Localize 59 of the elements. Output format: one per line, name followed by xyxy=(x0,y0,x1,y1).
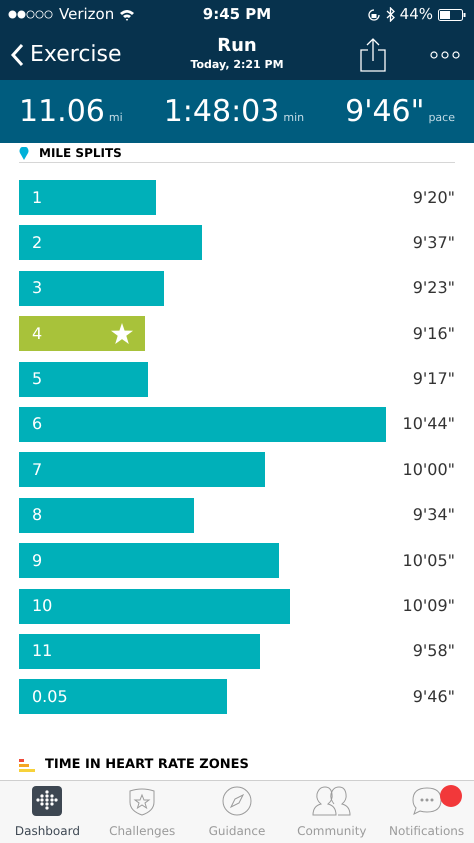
tab[interactable]: Notifications xyxy=(379,781,474,843)
star-icon xyxy=(110,323,133,344)
signal-icon xyxy=(8,10,54,19)
compass-icon xyxy=(222,786,252,816)
split-number: 1 xyxy=(32,186,42,208)
stat-unit: min xyxy=(283,110,304,126)
rotation-lock-icon xyxy=(366,8,381,22)
back-button[interactable]: Exercise xyxy=(10,38,160,71)
split-pace: 9'34" xyxy=(412,504,455,526)
split-pace: 10'44" xyxy=(402,413,455,436)
split-number: 11 xyxy=(32,640,52,662)
split-number: 7 xyxy=(32,458,42,481)
chat-bubble-icon xyxy=(410,786,443,816)
tab[interactable]: Challenges xyxy=(94,781,190,843)
stat-value: 9'46" xyxy=(345,96,424,126)
battery-percent: 44% xyxy=(400,4,433,26)
split-number: 5 xyxy=(32,368,42,390)
chevron-left-icon xyxy=(10,42,24,66)
split-pace: 9'17" xyxy=(412,368,455,390)
screen-title: Run xyxy=(217,35,257,58)
split-pace: 9'20" xyxy=(412,186,455,208)
star-shield-icon xyxy=(127,786,158,816)
tab[interactable]: Community xyxy=(284,781,380,843)
split-pace: 9'58" xyxy=(412,640,455,662)
bars-icon xyxy=(19,758,35,772)
split-pace: 10'09" xyxy=(402,595,455,618)
section-title: TIME IN HEART RATE ZONES xyxy=(45,756,249,774)
split-pace: 10'00" xyxy=(402,458,455,481)
split-pace: 10'05" xyxy=(402,550,455,572)
split-pace: 9'46" xyxy=(412,686,455,708)
carrier-name: Verizon xyxy=(59,4,114,26)
share-icon[interactable] xyxy=(360,38,386,72)
people-icon xyxy=(312,786,352,816)
split-pace: 9'23" xyxy=(412,277,455,300)
split-number: 10 xyxy=(32,595,52,618)
split-number: 2 xyxy=(32,232,42,254)
tab[interactable]: Guidance xyxy=(190,781,284,843)
stat-unit: mi xyxy=(108,110,123,126)
split-number: 0.05 xyxy=(32,686,68,708)
stat-value: 11.06 xyxy=(19,96,105,126)
split-pace: 9'16" xyxy=(412,322,455,345)
stat-value: 1:48:03 xyxy=(164,96,280,126)
bluetooth-icon xyxy=(386,7,395,22)
more-icon[interactable] xyxy=(430,50,460,58)
wifi-icon xyxy=(119,8,136,20)
split-number: 4 xyxy=(32,322,42,345)
split-number: 8 xyxy=(32,504,42,526)
dots-grid-icon xyxy=(32,786,62,816)
location-pin-icon xyxy=(19,147,29,160)
split-number: 6 xyxy=(32,413,42,436)
screen-subtitle: Today, 2:21 PM xyxy=(190,57,284,74)
section-title: MILE SPLITS xyxy=(39,146,122,160)
split-pace: 9'37" xyxy=(412,232,455,254)
tab[interactable]: Dashboard xyxy=(0,781,95,843)
split-number: 3 xyxy=(32,277,42,300)
split-number: 9 xyxy=(32,550,42,572)
battery-icon xyxy=(438,8,466,20)
clock-time: 9:45 PM xyxy=(202,4,272,26)
stat-unit: pace xyxy=(428,110,455,126)
